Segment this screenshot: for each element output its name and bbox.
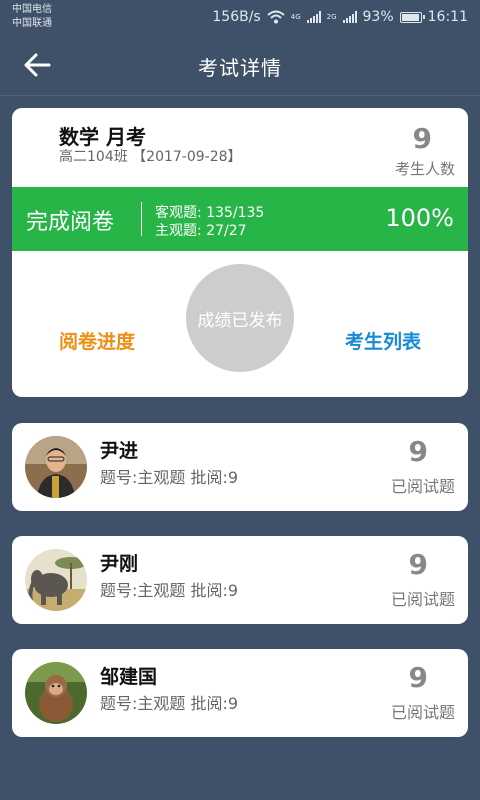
page-title: 考试详情 bbox=[198, 56, 282, 80]
graded-count: 9 bbox=[408, 548, 428, 581]
carrier-1: 中国电信 bbox=[12, 4, 52, 15]
grading-progress-link[interactable]: 阅卷进度 bbox=[59, 327, 135, 354]
status-right: 156B/s 4G 2G 93% 16:11 bbox=[212, 8, 468, 26]
grading-status: 完成阅卷 bbox=[26, 210, 115, 235]
avatar bbox=[25, 662, 87, 724]
net-type-label-2: 2G bbox=[326, 12, 337, 21]
network-speed: 156B/s bbox=[212, 9, 261, 25]
header-divider bbox=[0, 95, 480, 96]
clock: 16:11 bbox=[427, 9, 468, 25]
title-bar: 考试详情 bbox=[0, 34, 480, 96]
grader-name: 尹刚 bbox=[100, 553, 139, 575]
carrier-2: 中国联通 bbox=[12, 18, 52, 29]
avatar bbox=[25, 549, 87, 611]
avatar bbox=[25, 436, 87, 498]
grading-status-bar: 完成阅卷 客观题: 135/135 主观题: 27/27 100% bbox=[12, 187, 468, 251]
status-bar: 中国电信 中国联通 156B/s 4G 2G 93% 16:11 bbox=[0, 0, 480, 34]
student-list-link[interactable]: 考生列表 bbox=[345, 327, 421, 354]
publish-scores-button[interactable]: 成绩已发布 bbox=[186, 264, 294, 372]
graded-count: 9 bbox=[408, 661, 428, 694]
grader-card[interactable]: 尹进 题号:主观题 批阅:9 9 已阅试题 bbox=[12, 423, 468, 511]
grader-meta: 题号:主观题 批阅:9 bbox=[100, 581, 239, 600]
publish-label: 成绩已发布 bbox=[197, 310, 283, 331]
battery-icon bbox=[399, 11, 425, 23]
network-type-1: 4G bbox=[290, 12, 301, 21]
objective-progress: 客观题: 135/135 bbox=[155, 205, 265, 221]
graded-count: 9 bbox=[408, 435, 428, 468]
exam-class-date: 高二104班 【2017-09-28】 bbox=[59, 149, 242, 165]
grader-card[interactable]: 邹建国 题号:主观题 批阅:9 9 已阅试题 bbox=[12, 649, 468, 737]
graded-count-label: 已阅试题 bbox=[390, 477, 455, 496]
battery-percent: 93% bbox=[362, 9, 394, 25]
grader-meta: 题号:主观题 批阅:9 bbox=[100, 694, 239, 713]
signal-icon-2 bbox=[342, 11, 357, 23]
network-type-2: 2G bbox=[326, 12, 337, 21]
subjective-progress: 主观题: 27/27 bbox=[155, 223, 247, 239]
graded-count-label: 已阅试题 bbox=[390, 703, 455, 722]
graded-count-label: 已阅试题 bbox=[390, 590, 455, 609]
student-count: 9 bbox=[412, 122, 432, 155]
grader-meta: 题号:主观题 批阅:9 bbox=[100, 468, 239, 487]
signal-icon bbox=[306, 11, 321, 23]
status-divider bbox=[141, 202, 142, 236]
grader-name: 尹进 bbox=[100, 440, 139, 462]
student-count-label: 考生人数 bbox=[394, 160, 455, 178]
grader-card[interactable]: 尹刚 题号:主观题 批阅:9 9 已阅试题 bbox=[12, 536, 468, 624]
grader-name: 邹建国 bbox=[100, 666, 158, 688]
exam-card: 数学 月考 高二104班 【2017-09-28】 9 考生人数 完成阅卷 客观… bbox=[12, 108, 468, 397]
wifi-icon bbox=[267, 10, 285, 24]
net-type-label-1: 4G bbox=[290, 12, 301, 21]
grading-percent: 100% bbox=[385, 204, 454, 232]
